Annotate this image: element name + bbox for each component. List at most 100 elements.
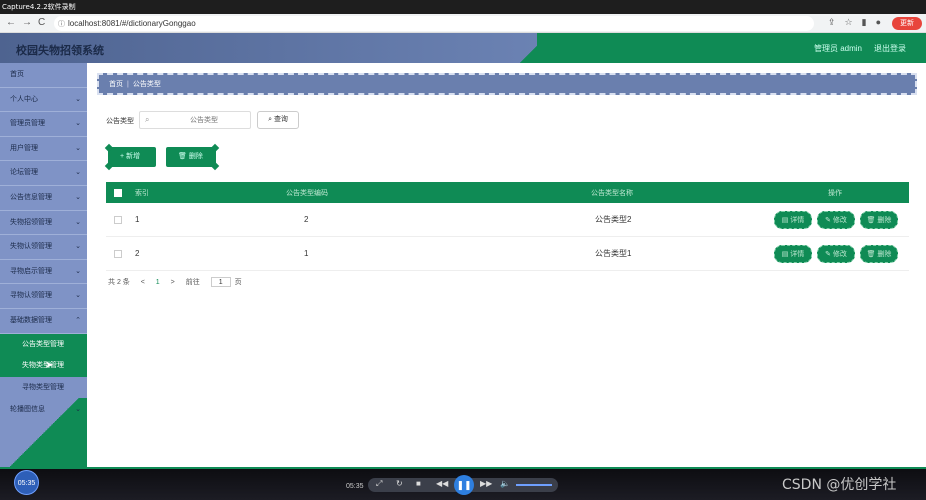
pager-prev[interactable]: <: [141, 279, 145, 286]
column-header-actions: 操作: [828, 189, 842, 197]
cell-index: 2: [135, 249, 140, 258]
chevron-down-icon: ⌄: [75, 144, 81, 152]
edit-icon: ✎: [825, 251, 833, 258]
profile-icon[interactable]: ●: [876, 17, 881, 27]
query-button[interactable]: ⌕ 查询: [257, 111, 299, 129]
corner-decoration: [104, 143, 114, 153]
update-button[interactable]: 更新: [892, 17, 922, 30]
stop-icon[interactable]: ■: [416, 479, 421, 488]
delete-button-label: 删除: [188, 153, 203, 160]
chevron-down-icon: ⌄: [75, 243, 81, 251]
sidebar-item-lost-claims[interactable]: 失物认领管理 ⌄: [0, 235, 87, 260]
sidebar-item-label: 论坛管理: [10, 169, 38, 177]
delete-button[interactable]: 🗑 删除: [166, 143, 220, 171]
sidebar-item-admins[interactable]: 管理员管理 ⌄: [0, 112, 87, 137]
pager-page[interactable]: 1: [156, 279, 160, 286]
trash-icon: 🗑: [178, 153, 189, 160]
query-button-label: 查询: [273, 116, 288, 123]
sidebar-item-carousel[interactable]: 轮播图信息 ⌄: [0, 398, 87, 423]
breadcrumb-separator: |: [127, 81, 129, 88]
sidebar-item-label: 失物认领管理: [10, 243, 52, 251]
time-bubble: 05:35: [14, 470, 39, 495]
column-header-index[interactable]: 索引: [135, 182, 149, 203]
sidebar-item-notices[interactable]: 公告信息管理 ⌄: [0, 186, 87, 211]
chevron-down-icon: ⌄: [75, 218, 81, 226]
chevron-down-icon: ⌄: [75, 169, 81, 177]
sidebar-item-label: 个人中心: [10, 95, 38, 103]
share-icon[interactable]: ⇪: [828, 17, 836, 27]
detail-icon: ▤: [781, 251, 791, 258]
forward-icon[interactable]: →: [22, 17, 32, 28]
submenu-item-lost-types[interactable]: 失物类型管理: [0, 355, 87, 377]
chevron-down-icon: ⌄: [75, 406, 81, 414]
pagination: 共 2 条 < 1 > 前往 1页: [108, 277, 251, 287]
row-delete-button-label: 删除: [877, 217, 892, 224]
breadcrumb-current: 公告类型: [132, 81, 161, 88]
browser-toolbar: ← → C ⓘ localhost:8081/#/dictionaryGongg…: [0, 14, 926, 33]
info-icon[interactable]: ⓘ: [58, 19, 65, 29]
sidebar-item-users[interactable]: 用户管理 ⌄: [0, 137, 87, 162]
sidebar-item-lost-found[interactable]: 失物招领管理 ⌄: [0, 211, 87, 236]
search-icon: ⌕: [145, 115, 150, 124]
star-icon[interactable]: ☆: [845, 17, 853, 27]
player-controls: ⤢ ↻ ■ ◀◀ ❚❚ ▶▶ 🔈: [368, 475, 558, 495]
row-delete-button[interactable]: 🗑 删除: [860, 245, 898, 263]
sidebar-item-personal[interactable]: 个人中心 ⌄: [0, 88, 87, 113]
sidebar-item-seek-claims[interactable]: 寻物认领管理 ⌄: [0, 284, 87, 309]
volume-icon[interactable]: 🔈: [500, 479, 510, 488]
corner-decoration: [210, 161, 220, 171]
search-label: 公告类型: [106, 118, 134, 125]
fullscreen-icon[interactable]: ⤢: [376, 479, 382, 489]
table-header: 索引 公告类型编码 公告类型名称 操作: [106, 182, 909, 203]
sidebar-item-label: 寻物认领管理: [10, 292, 52, 300]
row-delete-button[interactable]: 🗑 删除: [860, 211, 898, 229]
loop-icon[interactable]: ↻: [396, 479, 403, 488]
row-checkbox[interactable]: [114, 249, 122, 258]
detail-button[interactable]: ▤ 详情: [774, 245, 812, 263]
address-bar[interactable]: ⓘ localhost:8081/#/dictionaryGonggao: [54, 16, 814, 31]
search-field[interactable]: ⌕: [139, 111, 251, 129]
sidebar-item-label: 寻物启示管理: [10, 267, 52, 275]
pause-icon[interactable]: ❚❚: [454, 475, 474, 495]
breadcrumb-home[interactable]: 首页: [109, 81, 123, 88]
chevron-up-icon: ⌃: [75, 316, 81, 324]
browser-tab[interactable]: [170, 0, 370, 14]
edit-button[interactable]: ✎ 修改: [817, 211, 855, 229]
submenu-item-notice-types[interactable]: 公告类型管理: [0, 334, 87, 356]
sidebar: 首页 个人中心 ⌄ 管理员管理 ⌄ 用户管理 ⌄ 论坛管理 ⌄ 公告信息管理 ⌄ 失物招领…: [0, 63, 87, 467]
add-button[interactable]: + 新增: [104, 143, 156, 171]
edit-button-label: 修改: [832, 217, 847, 224]
rewind-icon[interactable]: ◀◀: [436, 479, 448, 488]
edit-button[interactable]: ✎ 修改: [817, 245, 855, 263]
edit-button-label: 修改: [832, 251, 847, 258]
add-button-label: 新增: [126, 153, 141, 160]
search-input[interactable]: [160, 114, 248, 126]
chevron-down-icon: ⌄: [75, 193, 81, 201]
back-icon[interactable]: ←: [6, 17, 16, 28]
pager-goto-input[interactable]: 1: [210, 277, 231, 287]
detail-button[interactable]: ▤ 详情: [774, 211, 812, 229]
row-checkbox[interactable]: [114, 215, 122, 224]
column-header-name[interactable]: 公告类型名称: [591, 182, 633, 203]
app-header: 校园失物招领系统 管理员 admin 退出登录: [0, 33, 926, 63]
pager-next[interactable]: >: [171, 279, 175, 286]
reload-icon[interactable]: C: [38, 17, 45, 28]
volume-slider[interactable]: [516, 484, 552, 486]
breadcrumb: 首页 | 公告类型: [97, 73, 917, 95]
sidebar-item-base-data[interactable]: 基础数据管理 ⌃: [0, 309, 87, 334]
forward-icon[interactable]: ▶▶: [480, 479, 492, 488]
app-title: 校园失物招领系统: [16, 45, 104, 57]
corner-decoration: [104, 161, 114, 171]
column-header-code[interactable]: 公告类型编码: [286, 182, 328, 203]
sidebar-item-seek-notices[interactable]: 寻物启示管理 ⌄: [0, 260, 87, 285]
pager-goto-label: 前往: [185, 279, 200, 286]
media-player-bar: 05:35 05:35 ⤢ ↻ ■ ◀◀ ❚❚ ▶▶ 🔈 CSDN @优创学社: [0, 467, 926, 500]
submenu-item-seek-types[interactable]: 寻物类型管理: [0, 376, 87, 399]
sidebar-icon[interactable]: ▮: [862, 17, 867, 27]
detail-button-label: 详情: [790, 251, 805, 258]
logout-link[interactable]: 退出登录: [874, 43, 906, 54]
player-time: 05:35: [346, 483, 364, 490]
sidebar-item-home[interactable]: 首页: [0, 63, 87, 88]
sidebar-item-forum[interactable]: 论坛管理 ⌄: [0, 161, 87, 186]
select-all-checkbox[interactable]: [114, 188, 122, 197]
